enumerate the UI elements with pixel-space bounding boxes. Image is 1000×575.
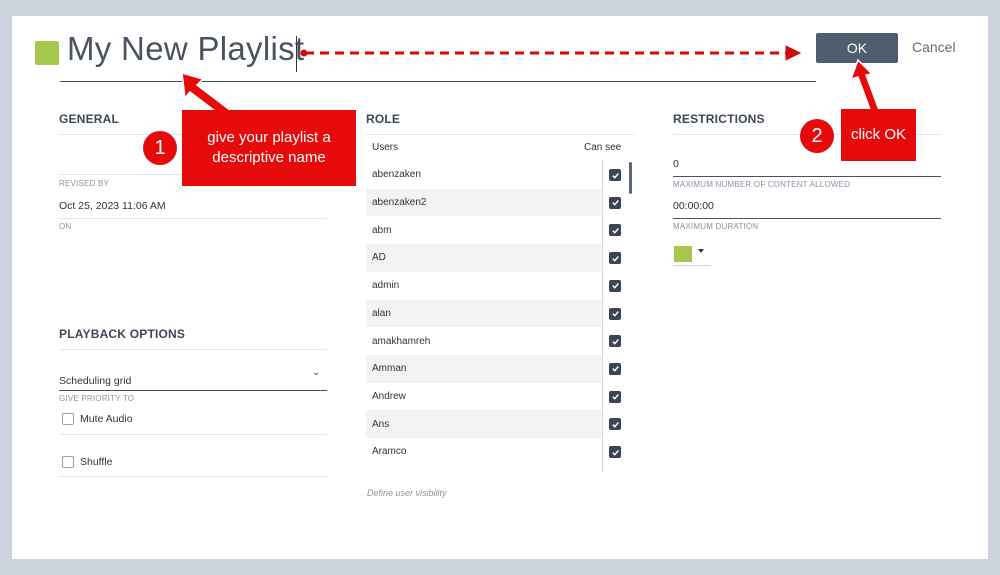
- max-duration-underline: [673, 218, 941, 219]
- users-column-header: Users: [372, 142, 399, 153]
- playlist-color-swatch[interactable]: [35, 41, 59, 65]
- user-name: admin: [372, 280, 400, 292]
- checkmark-icon: [611, 172, 619, 179]
- can-see-checkbox[interactable]: [609, 252, 621, 265]
- playback-section-title: PLAYBACK OPTIONS: [59, 327, 186, 341]
- user-row: abm: [366, 216, 602, 244]
- user-row: abenzaken: [366, 161, 602, 189]
- shuffle-label: Shuffle: [80, 456, 113, 468]
- max-content-label: MAXIMUM NUMBER OF CONTENT ALLOWED: [673, 180, 851, 189]
- can-see-checkbox[interactable]: [609, 307, 621, 320]
- cancel-button[interactable]: Cancel: [912, 39, 956, 55]
- user-visibility-hint: Define user visibility: [367, 488, 447, 498]
- role-section-title: ROLE: [366, 112, 401, 126]
- checkmark-icon: [611, 338, 619, 345]
- max-content-underline: [673, 176, 941, 177]
- ok-button[interactable]: OK: [816, 33, 898, 63]
- max-duration-label: MAXIMUM DURATION: [673, 222, 759, 231]
- mute-audio-divider: [59, 434, 327, 435]
- column-separator: [602, 160, 603, 472]
- shuffle-divider: [59, 476, 327, 477]
- can-see-checkbox[interactable]: [609, 446, 621, 458]
- caret-down-icon[interactable]: [698, 249, 704, 253]
- user-row: alan: [366, 299, 602, 328]
- user-row: Ans: [366, 410, 602, 438]
- can-see-checkbox[interactable]: [609, 224, 621, 237]
- checkmark-icon: [611, 227, 619, 234]
- user-name: amakhamreh: [372, 335, 431, 347]
- user-row: amakhamreh: [366, 327, 602, 355]
- can-see-checkbox[interactable]: [609, 418, 621, 431]
- priority-select-underline: [59, 390, 327, 391]
- step1-callout: give your playlist a descriptive name: [182, 110, 356, 186]
- checkmark-icon: [611, 449, 619, 456]
- can-see-checkbox[interactable]: [609, 169, 621, 181]
- checkmark-icon: [611, 394, 619, 400]
- checkmark-icon: [611, 366, 619, 373]
- user-name: abenzaken2: [372, 197, 427, 209]
- step2-callout: click OK: [841, 109, 916, 161]
- user-row: abenzaken2: [366, 188, 602, 217]
- checkmark-icon: [611, 200, 619, 206]
- on-label: ON: [59, 222, 72, 231]
- revised-on-field: [59, 218, 327, 219]
- chevron-down-icon[interactable]: ⌄: [312, 367, 320, 378]
- step1-number-badge: 1: [143, 131, 177, 165]
- can-see-checkbox[interactable]: [609, 196, 621, 209]
- users-table-header: Users Can see: [366, 134, 634, 160]
- restrictions-section-title: RESTRICTIONS: [673, 112, 765, 126]
- general-section-title: GENERAL: [59, 112, 120, 126]
- user-row: admin: [366, 272, 602, 300]
- user-row: AD: [366, 244, 602, 272]
- playback-divider: [59, 349, 327, 350]
- user-row: Amman: [366, 354, 602, 383]
- can-see-column-header: Can see: [584, 142, 622, 153]
- color-picker-underline: [673, 265, 711, 266]
- step2-number-badge: 2: [800, 119, 834, 153]
- shuffle-checkbox[interactable]: [62, 456, 74, 468]
- checkmark-icon: [611, 255, 619, 262]
- checkmark-icon: [611, 421, 619, 428]
- revised-by-label: REVISED BY: [59, 179, 110, 188]
- user-name: Amman: [372, 363, 407, 375]
- user-name: abenzaken: [372, 169, 421, 181]
- user-name: abm: [372, 224, 392, 236]
- users-table: Users Can see abenzaken abenzaken2 abm AD ad…: [366, 134, 634, 472]
- priority-label: GIVE PRIORITY TO: [59, 394, 135, 403]
- color-picker-swatch[interactable]: [674, 246, 692, 262]
- user-name: AD: [372, 252, 386, 264]
- user-row: Aramco: [366, 438, 602, 466]
- mute-audio-checkbox[interactable]: [62, 413, 74, 425]
- max-content-input[interactable]: 0: [673, 158, 679, 170]
- can-see-checkbox[interactable]: [609, 279, 621, 292]
- revised-on-value: Oct 25, 2023 11:06 AM: [59, 200, 166, 212]
- playlist-name-underline: [60, 81, 816, 82]
- max-duration-input[interactable]: 00:00:00: [673, 200, 714, 212]
- priority-select[interactable]: Scheduling grid: [59, 375, 131, 387]
- user-name: Andrew: [372, 390, 406, 402]
- playlist-name-input[interactable]: My New Playlist: [67, 30, 304, 68]
- checkmark-icon: [611, 311, 619, 317]
- user-name: Ans: [372, 418, 390, 430]
- text-cursor: [296, 36, 297, 72]
- can-see-checkbox[interactable]: [609, 335, 621, 348]
- users-scrollbar[interactable]: [629, 162, 632, 194]
- user-name: alan: [372, 307, 391, 319]
- checkmark-icon: [611, 283, 619, 290]
- can-see-checkbox[interactable]: [609, 390, 621, 403]
- mute-audio-label: Mute Audio: [80, 413, 133, 425]
- user-row: Andrew: [366, 383, 602, 411]
- user-name: Aramco: [372, 446, 407, 458]
- can-see-checkbox[interactable]: [609, 362, 621, 375]
